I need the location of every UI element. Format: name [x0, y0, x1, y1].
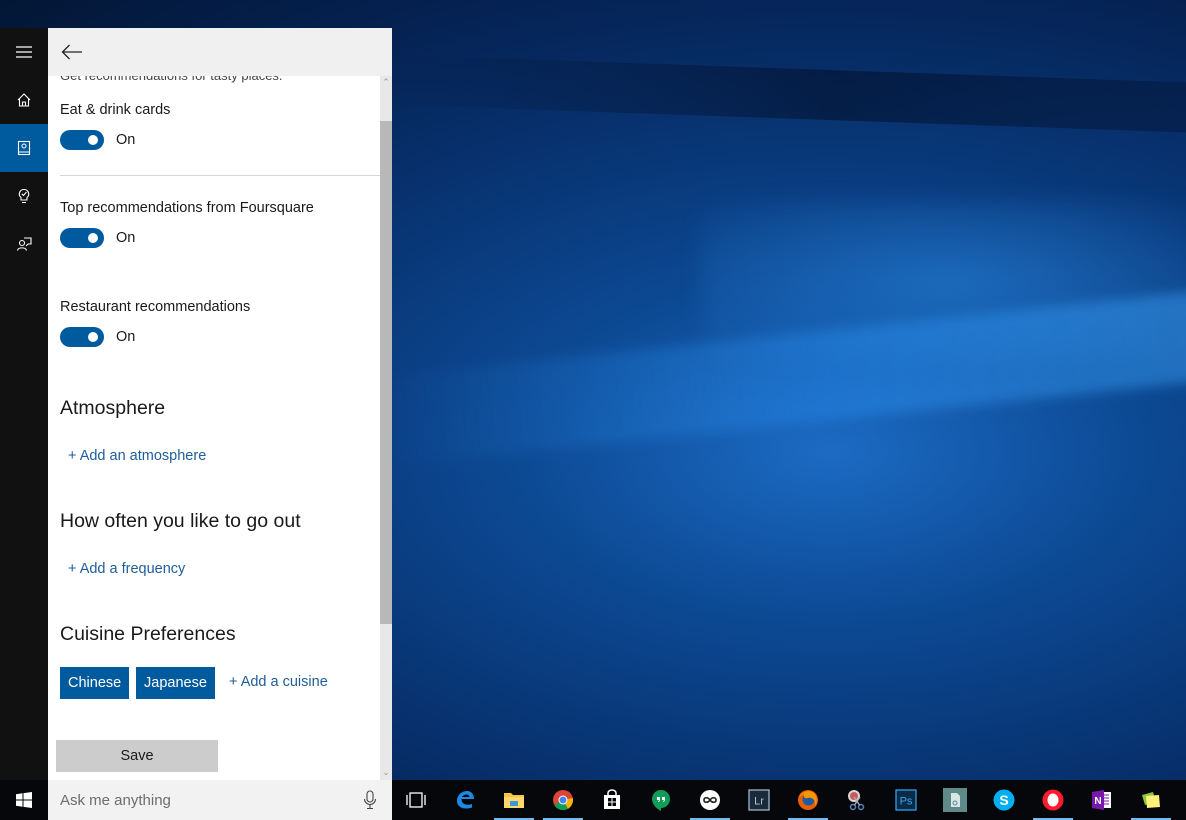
foursquare-toggle[interactable]	[60, 228, 104, 248]
scrollbar[interactable]: ⌃ ⌄	[380, 76, 392, 780]
notebook-button[interactable]	[0, 124, 48, 172]
reminders-button[interactable]	[0, 172, 48, 220]
folder-icon	[504, 793, 524, 808]
home-icon	[17, 93, 31, 107]
photoshop-icon: Ps	[895, 789, 917, 811]
add-frequency-link[interactable]: + Add a frequency	[68, 561, 185, 577]
taskbar-task-view[interactable]	[392, 780, 440, 820]
taskbar-chrome[interactable]	[539, 780, 587, 820]
svg-text:Ps: Ps	[900, 796, 913, 808]
scroll-up-arrow-icon[interactable]: ⌃	[380, 76, 392, 88]
scrollbar-thumb[interactable]	[380, 121, 392, 624]
back-button[interactable]	[58, 38, 86, 66]
taskbar-infinity-app[interactable]	[686, 780, 734, 820]
firefox-icon	[798, 790, 818, 810]
taskbar-skype[interactable]: S	[980, 780, 1028, 820]
cortana-search-box	[48, 780, 392, 820]
chrome-icon	[553, 790, 574, 811]
svg-text:Lr: Lr	[754, 796, 764, 808]
lightroom-icon: Lr	[748, 789, 770, 811]
taskbar-hangouts[interactable]	[637, 780, 685, 820]
taskbar-edge[interactable]	[441, 780, 489, 820]
taskbar-firefox[interactable]	[784, 780, 832, 820]
atmosphere-title: Atmosphere	[60, 397, 166, 419]
notebook-icon	[17, 140, 31, 156]
hamburger-icon	[16, 46, 32, 58]
infinity-icon	[700, 790, 720, 810]
windows-logo-icon	[16, 792, 32, 808]
setting-restaurant-recommendations: Restaurant recommendations On	[60, 299, 250, 347]
menu-button[interactable]	[0, 28, 48, 76]
toggle-state: On	[116, 230, 136, 246]
feedback-button[interactable]	[0, 220, 48, 268]
microphone-button[interactable]	[362, 790, 378, 810]
setting-foursquare: Top recommendations from Foursquare On	[60, 200, 314, 248]
taskbar-photoshop[interactable]: Ps	[882, 780, 930, 820]
opera-icon	[1042, 789, 1064, 811]
taskbar-snipping-tool[interactable]	[833, 780, 881, 820]
frequency-title: How often you like to go out	[60, 510, 301, 532]
lightbulb-icon	[18, 188, 30, 204]
add-cuisine-link[interactable]: + Add a cuisine	[229, 674, 328, 690]
task-view-icon	[406, 792, 426, 808]
toggle-state: On	[116, 132, 136, 148]
taskbar-sticky-notes[interactable]	[1127, 780, 1175, 820]
add-atmosphere-link[interactable]: + Add an atmosphere	[68, 448, 206, 464]
microphone-icon	[363, 790, 377, 810]
scroll-down-arrow-icon[interactable]: ⌄	[380, 766, 392, 778]
restaurant-recommendations-toggle[interactable]	[60, 327, 104, 347]
svg-text:N: N	[1094, 796, 1101, 807]
store-icon	[604, 789, 620, 809]
cuisine-chip-chinese[interactable]: Chinese	[60, 667, 130, 699]
skype-icon: S	[993, 789, 1015, 811]
start-button[interactable]	[0, 780, 48, 820]
taskbar-file-explorer[interactable]	[490, 780, 538, 820]
taskbar-lightroom[interactable]: Lr	[735, 780, 783, 820]
taskbar-document-app[interactable]	[931, 780, 979, 820]
home-button[interactable]	[0, 76, 48, 124]
cuisine-title: Cuisine Preferences	[60, 623, 236, 645]
cortana-panel: Get recommendations for tasty places. Ea…	[0, 28, 392, 780]
scissors-icon	[848, 790, 865, 811]
onenote-icon: N	[1092, 790, 1111, 810]
setting-label: Top recommendations from Foursquare	[60, 200, 314, 216]
setting-eat-drink-cards: Eat & drink cards On	[60, 102, 170, 150]
back-arrow-icon	[61, 44, 82, 60]
cuisine-chip-japanese[interactable]: Japanese	[136, 667, 215, 699]
setting-label: Restaurant recommendations	[60, 299, 251, 315]
panel-header	[48, 28, 392, 76]
taskbar-opera[interactable]	[1029, 780, 1077, 820]
taskbar-store[interactable]	[588, 780, 636, 820]
cortana-nav-rail	[0, 28, 48, 780]
sticky-notes-icon	[1142, 792, 1160, 808]
eat-drink-cards-toggle[interactable]	[60, 130, 104, 150]
feedback-icon	[16, 237, 32, 251]
document-icon	[943, 788, 967, 812]
hangouts-icon	[652, 790, 670, 811]
section-description: Get recommendations for tasty places.	[60, 76, 283, 83]
notebook-content: Get recommendations for tasty places. Ea…	[48, 28, 392, 780]
edge-icon	[457, 791, 474, 809]
settings-scroll-area: Get recommendations for tasty places. Ea…	[48, 76, 380, 780]
svg-text:S: S	[999, 792, 1008, 808]
taskbar-onenote[interactable]: N	[1078, 780, 1126, 820]
search-input[interactable]	[60, 790, 350, 810]
setting-label: Eat & drink cards	[60, 102, 171, 118]
save-button[interactable]: Save	[56, 740, 218, 772]
toggle-state: On	[116, 329, 136, 345]
divider	[60, 175, 380, 176]
